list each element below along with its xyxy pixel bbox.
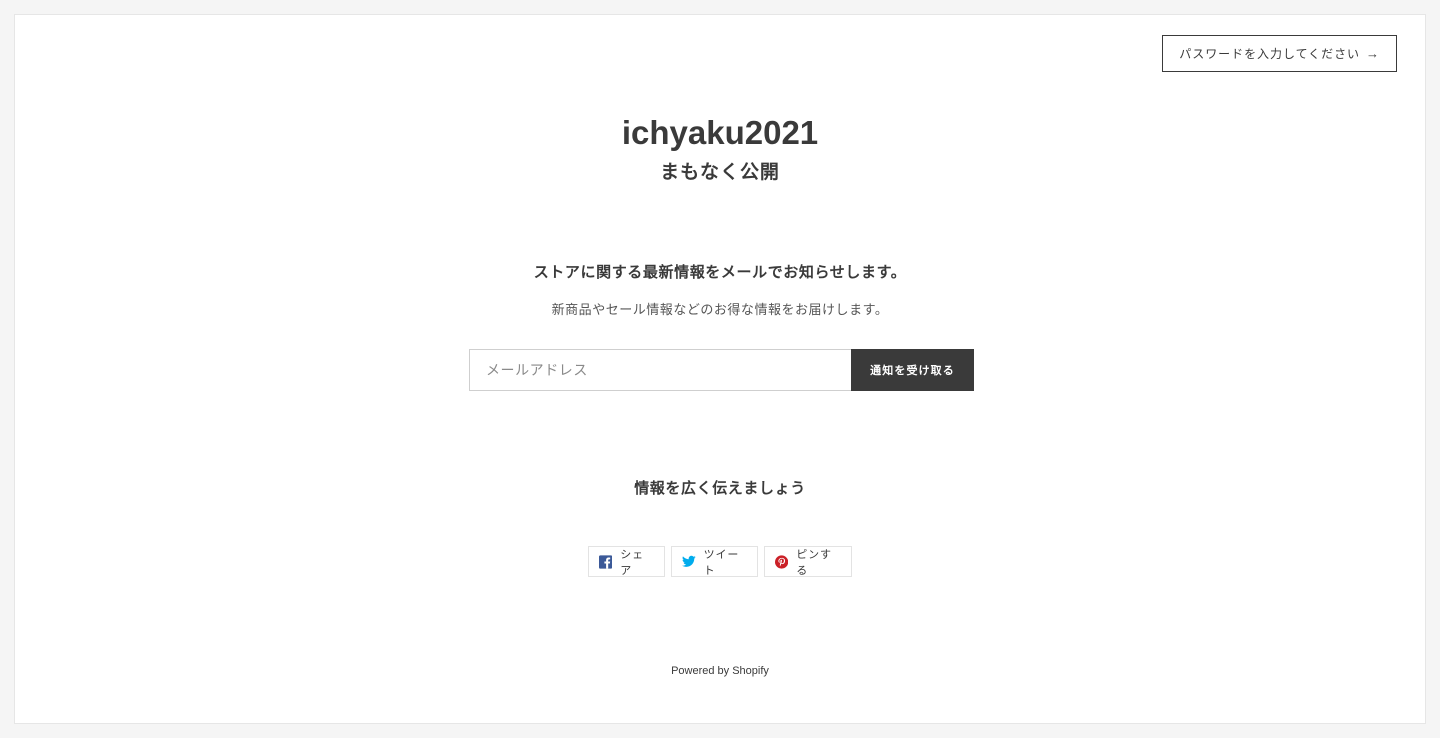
password-button[interactable]: パスワードを入力してください → bbox=[1162, 35, 1397, 72]
share-pinterest-button[interactable]: ピンする bbox=[764, 546, 852, 577]
page-container: パスワードを入力してください → ichyaku2021 まもなく公開 ストアに… bbox=[14, 14, 1426, 724]
arrow-right-icon: → bbox=[1366, 46, 1380, 61]
store-name: ichyaku2021 bbox=[621, 114, 819, 151]
share-twitter-button[interactable]: ツイート bbox=[671, 546, 758, 577]
newsletter-form: 通知を受け取る bbox=[469, 349, 974, 391]
store-status: まもなく公開 bbox=[660, 162, 780, 183]
facebook-icon bbox=[599, 554, 613, 569]
share-facebook-label: シェア bbox=[620, 548, 645, 577]
social-share-buttons: シェア ツイート ピンする bbox=[15, 546, 1425, 577]
password-button-label: パスワードを入力してください bbox=[1179, 47, 1361, 61]
pinterest-icon bbox=[775, 554, 789, 569]
twitter-icon bbox=[682, 555, 696, 567]
share-pinterest-label: ピンする bbox=[796, 548, 832, 577]
newsletter-subheading: 新商品やセール情報などのお得な情報をお届けします。 bbox=[551, 302, 889, 317]
newsletter-section: ストアに関する最新情報をメールでお知らせします。 新商品やセール情報などのお得な… bbox=[15, 263, 1425, 318]
share-twitter-label: ツイート bbox=[703, 548, 740, 577]
newsletter-heading: ストアに関する最新情報をメールでお知らせします。 bbox=[533, 264, 907, 281]
subscribe-button[interactable]: 通知を受け取る bbox=[851, 349, 974, 391]
email-input[interactable] bbox=[469, 349, 851, 391]
share-facebook-button[interactable]: シェア bbox=[588, 546, 665, 577]
powered-by-link[interactable]: Powered by Shopify bbox=[15, 665, 1425, 677]
store-header: ichyaku2021 まもなく公開 bbox=[15, 113, 1425, 185]
share-heading: 情報を広く伝えましょう bbox=[634, 480, 806, 497]
